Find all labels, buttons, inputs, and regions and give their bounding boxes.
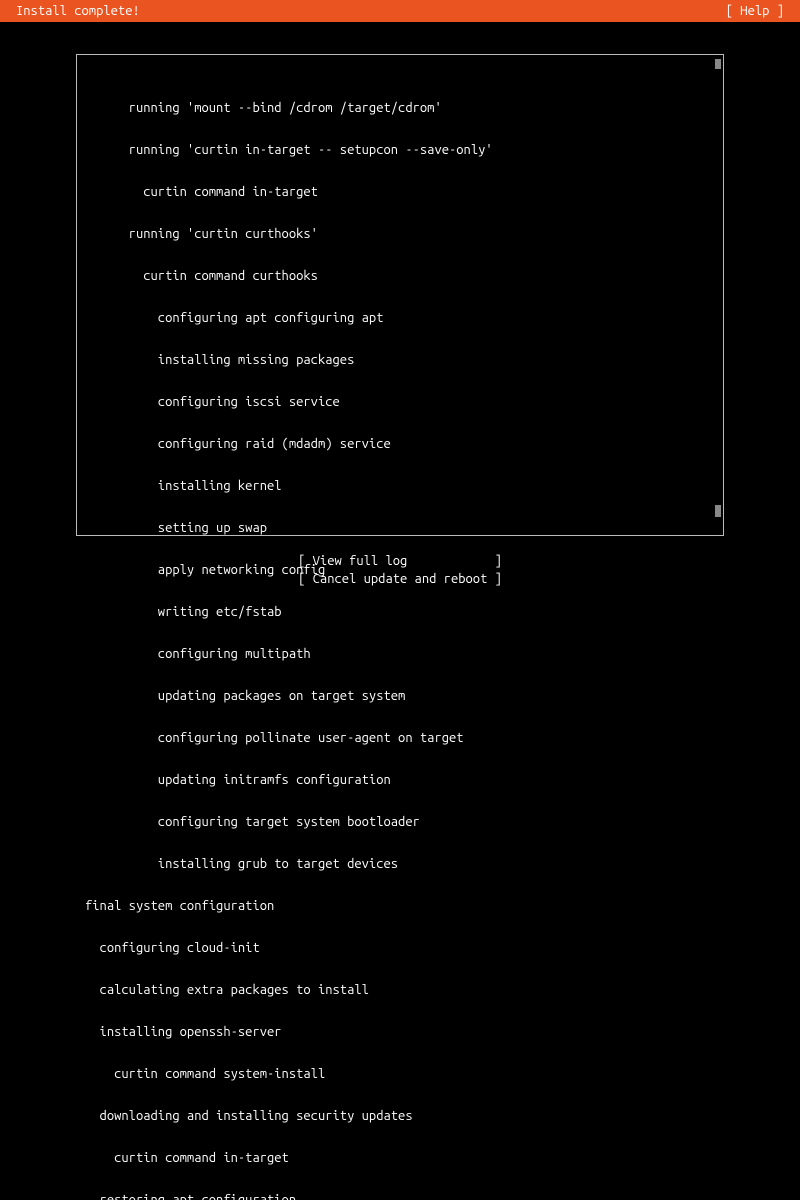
log-line: installing openssh-server xyxy=(85,1025,715,1039)
log-line: running 'mount --bind /cdrom /target/cdr… xyxy=(85,101,715,115)
log-line: apply networking config xyxy=(85,563,715,577)
log-line: curtin command in-target xyxy=(85,185,715,199)
scrollbar-thumb[interactable] xyxy=(715,505,721,517)
log-line: curtin command in-target xyxy=(85,1151,715,1165)
log-line: installing grub to target devices xyxy=(85,857,715,871)
log-line: curtin command curthooks xyxy=(85,269,715,283)
log-line: configuring cloud-init xyxy=(85,941,715,955)
log-line: writing etc/fstab xyxy=(85,605,715,619)
log-line: setting up swap xyxy=(85,521,715,535)
log-line: configuring iscsi service xyxy=(85,395,715,409)
install-status-title: Install complete! xyxy=(8,4,140,18)
log-line: updating packages on target system xyxy=(85,689,715,703)
content-area: running 'mount --bind /cdrom /target/cdr… xyxy=(0,22,800,598)
log-line: configuring multipath xyxy=(85,647,715,661)
log-line: downloading and installing security upda… xyxy=(85,1109,715,1123)
log-line: configuring pollinate user-agent on targ… xyxy=(85,731,715,745)
install-log-box: running 'mount --bind /cdrom /target/cdr… xyxy=(76,54,724,536)
log-line: installing missing packages xyxy=(85,353,715,367)
log-line: running 'curtin curthooks' xyxy=(85,227,715,241)
log-line: updating initramfs configuration xyxy=(85,773,715,787)
log-line: calculating extra packages to install xyxy=(85,983,715,997)
log-line: running 'curtin in-target -- setupcon --… xyxy=(85,143,715,157)
log-line: configuring apt configuring apt xyxy=(85,311,715,325)
help-button[interactable]: [ Help ] xyxy=(726,4,792,18)
scrollbar-up-indicator[interactable] xyxy=(715,59,721,69)
log-line: configuring target system bootloader xyxy=(85,815,715,829)
log-line: installing kernel xyxy=(85,479,715,493)
log-line: final system configuration xyxy=(85,899,715,913)
log-line: restoring apt configuration xyxy=(85,1193,715,1200)
log-line: configuring raid (mdadm) service xyxy=(85,437,715,451)
header-bar: Install complete! [ Help ] xyxy=(0,0,800,22)
log-line: curtin command system-install xyxy=(85,1067,715,1081)
